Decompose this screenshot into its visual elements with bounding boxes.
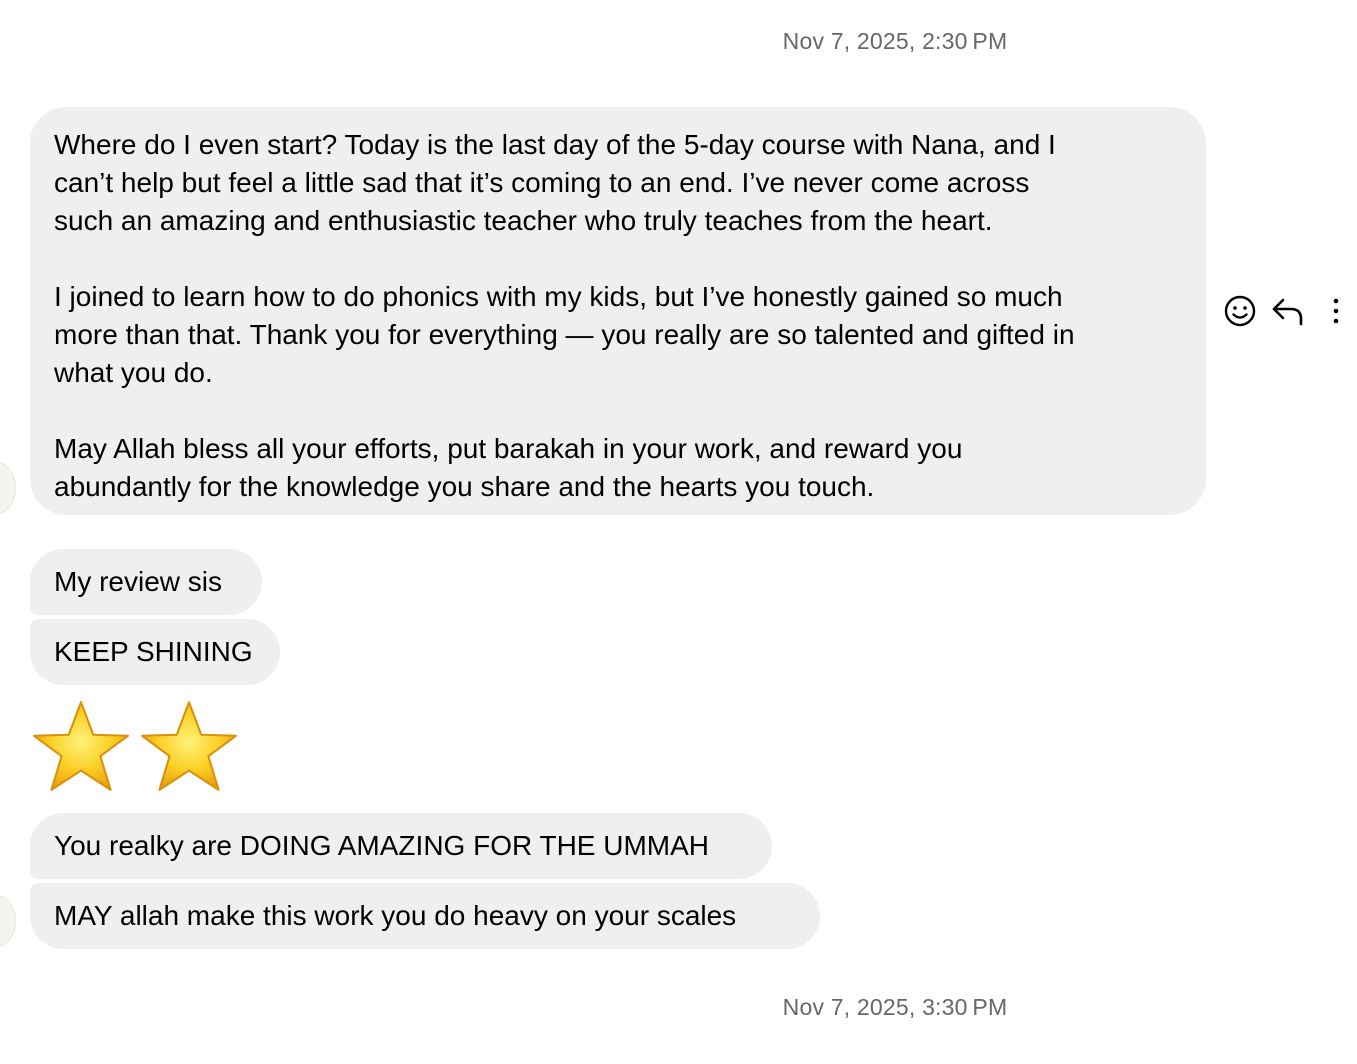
emoji-message[interactable] [30, 698, 240, 798]
sender-avatar[interactable] [0, 895, 16, 947]
message-bubble-long[interactable]: Where do I even start? Today is the last… [30, 107, 1206, 515]
message-text: My review sis [54, 566, 223, 597]
message-bubble[interactable]: My review sis [30, 549, 262, 615]
message-timestamp: Nov 7, 2025, 2:30 PM [782, 28, 1008, 54]
sender-avatar[interactable] [0, 462, 16, 514]
message-text-line: Where do I even start? Today is the last… [54, 129, 1056, 160]
more-options-button[interactable] [1316, 290, 1356, 332]
star-emoji [141, 701, 237, 791]
message-text-line: I joined to learn how to do phonics with… [54, 281, 1063, 312]
message-text-line: what you do. [54, 357, 213, 388]
message-text: KEEP SHINING [54, 636, 253, 667]
message-bubble[interactable]: You realky are DOING AMAZING FOR THE UMM… [30, 813, 772, 879]
message-text-line: more than that. Thank you for everything… [54, 319, 1075, 350]
react-button[interactable] [1220, 290, 1260, 332]
message-actions [1220, 290, 1350, 334]
message-text-line: abundantly for the knowledge you share a… [54, 471, 875, 502]
message-timestamp: Nov 7, 2025, 3:30 PM [782, 994, 1008, 1020]
message-bubble[interactable]: KEEP SHINING [30, 619, 280, 685]
smiley-icon [1224, 295, 1256, 327]
chat-thread: Nov 7, 2025, 2:30 PM Where do I even sta… [0, 0, 1357, 1064]
more-vertical-icon [1333, 298, 1339, 324]
reply-icon [1272, 298, 1303, 326]
message-text-line: such an amazing and enthusiastic teacher… [54, 205, 993, 236]
star-emoji [33, 701, 129, 791]
message-text: MAY allah make this work you do heavy on… [54, 900, 737, 931]
message-text-line: May Allah bless all your efforts, put ba… [54, 433, 963, 464]
message-text-line: can’t help but feel a little sad that it… [54, 167, 1030, 198]
message-text: You realky are DOING AMAZING FOR THE UMM… [54, 830, 710, 861]
reply-button[interactable] [1268, 290, 1308, 332]
message-bubble[interactable]: MAY allah make this work you do heavy on… [30, 883, 820, 949]
